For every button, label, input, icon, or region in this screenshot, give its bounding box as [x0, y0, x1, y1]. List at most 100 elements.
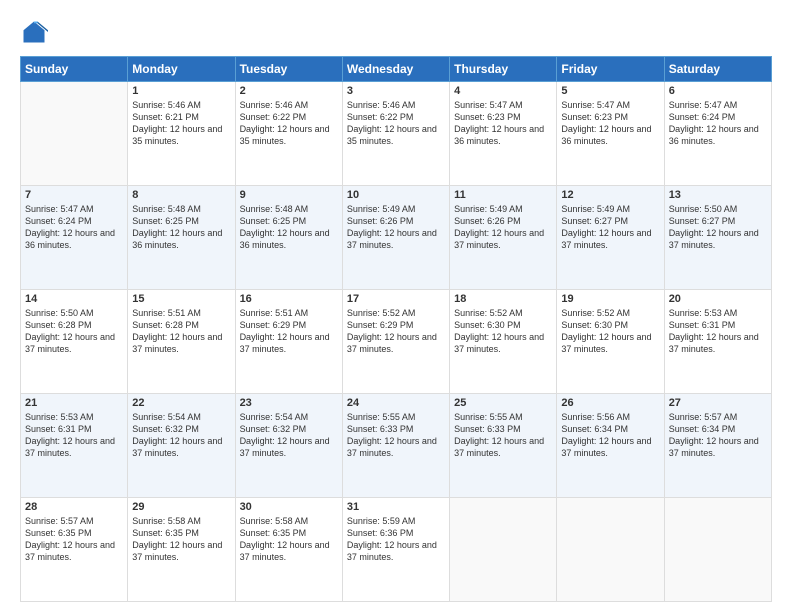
day-number: 22 [132, 397, 230, 409]
day-info: Sunrise: 5:46 AM Sunset: 6:21 PM Dayligh… [132, 99, 230, 148]
calendar-cell: 29 Sunrise: 5:58 AM Sunset: 6:35 PM Dayli… [128, 498, 235, 602]
calendar-week-row: 21Sunrise: 5:53 AM Sunset: 6:31 PM Dayli… [21, 394, 772, 498]
weekday-header: Monday [128, 57, 235, 82]
calendar-cell: 15 Sunrise: 5:51 AM Sunset: 6:28 PM Dayli… [128, 290, 235, 394]
calendar-cell: 16Sunrise: 5:51 AM Sunset: 6:29 PM Dayli… [235, 290, 342, 394]
day-number: 10 [347, 189, 445, 201]
calendar-cell: 5 Sunrise: 5:47 AM Sunset: 6:23 PM Daylig… [557, 82, 664, 186]
day-info: Sunrise: 5:50 AM Sunset: 6:27 PM Dayligh… [669, 203, 767, 252]
day-info: Sunrise: 5:47 AM Sunset: 6:24 PM Dayligh… [25, 203, 123, 252]
weekday-header: Saturday [664, 57, 771, 82]
day-number: 9 [240, 189, 338, 201]
day-number: 15 [132, 293, 230, 305]
calendar-cell: 25 Sunrise: 5:55 AM Sunset: 6:33 PM Dayli… [450, 394, 557, 498]
day-info: Sunrise: 5:55 AM Sunset: 6:33 PM Dayligh… [454, 411, 552, 460]
day-number: 8 [132, 189, 230, 201]
day-number: 23 [240, 397, 338, 409]
calendar-cell: 21Sunrise: 5:53 AM Sunset: 6:31 PM Dayli… [21, 394, 128, 498]
day-number: 6 [669, 85, 767, 97]
day-info: Sunrise: 5:53 AM Sunset: 6:31 PM Dayligh… [25, 411, 123, 460]
day-number: 25 [454, 397, 552, 409]
calendar-cell: 24Sunrise: 5:55 AM Sunset: 6:33 PM Dayli… [342, 394, 449, 498]
weekday-header: Friday [557, 57, 664, 82]
calendar-cell: 8 Sunrise: 5:48 AM Sunset: 6:25 PM Daylig… [128, 186, 235, 290]
logo [20, 18, 52, 46]
calendar-cell: 27 Sunrise: 5:57 AM Sunset: 6:34 PM Dayli… [664, 394, 771, 498]
day-info: Sunrise: 5:52 AM Sunset: 6:30 PM Dayligh… [561, 307, 659, 356]
day-info: Sunrise: 5:48 AM Sunset: 6:25 PM Dayligh… [240, 203, 338, 252]
day-number: 17 [347, 293, 445, 305]
calendar-cell [450, 498, 557, 602]
calendar-cell [21, 82, 128, 186]
day-number: 13 [669, 189, 767, 201]
day-info: Sunrise: 5:53 AM Sunset: 6:31 PM Dayligh… [669, 307, 767, 356]
calendar-cell [557, 498, 664, 602]
calendar-cell: 10 Sunrise: 5:49 AM Sunset: 6:26 PM Dayli… [342, 186, 449, 290]
calendar-cell: 11Sunrise: 5:49 AM Sunset: 6:26 PM Dayli… [450, 186, 557, 290]
calendar: SundayMondayTuesdayWednesdayThursdayFrid… [20, 56, 772, 602]
day-number: 11 [454, 189, 552, 201]
weekday-header: Sunday [21, 57, 128, 82]
day-number: 26 [561, 397, 659, 409]
calendar-cell: 31 Sunrise: 5:59 AM Sunset: 6:36 PM Dayli… [342, 498, 449, 602]
day-number: 5 [561, 85, 659, 97]
day-info: Sunrise: 5:47 AM Sunset: 6:24 PM Dayligh… [669, 99, 767, 148]
day-number: 24 [347, 397, 445, 409]
day-number: 3 [347, 85, 445, 97]
page: SundayMondayTuesdayWednesdayThursdayFrid… [0, 0, 792, 612]
day-info: Sunrise: 5:46 AM Sunset: 6:22 PM Dayligh… [240, 99, 338, 148]
calendar-week-row: 1 Sunrise: 5:46 AM Sunset: 6:21 PM Daylig… [21, 82, 772, 186]
day-info: Sunrise: 5:52 AM Sunset: 6:30 PM Dayligh… [454, 307, 552, 356]
day-info: Sunrise: 5:47 AM Sunset: 6:23 PM Dayligh… [561, 99, 659, 148]
day-number: 4 [454, 85, 552, 97]
day-info: Sunrise: 5:46 AM Sunset: 6:22 PM Dayligh… [347, 99, 445, 148]
calendar-week-row: 7 Sunrise: 5:47 AM Sunset: 6:24 PM Daylig… [21, 186, 772, 290]
day-info: Sunrise: 5:58 AM Sunset: 6:35 PM Dayligh… [240, 515, 338, 564]
day-info: Sunrise: 5:56 AM Sunset: 6:34 PM Dayligh… [561, 411, 659, 460]
day-number: 14 [25, 293, 123, 305]
calendar-cell: 22 Sunrise: 5:54 AM Sunset: 6:32 PM Dayli… [128, 394, 235, 498]
day-number: 30 [240, 501, 338, 513]
day-number: 7 [25, 189, 123, 201]
calendar-cell: 20 Sunrise: 5:53 AM Sunset: 6:31 PM Dayli… [664, 290, 771, 394]
day-number: 31 [347, 501, 445, 513]
calendar-cell: 28 Sunrise: 5:57 AM Sunset: 6:35 PM Dayli… [21, 498, 128, 602]
day-info: Sunrise: 5:54 AM Sunset: 6:32 PM Dayligh… [240, 411, 338, 460]
weekday-header: Thursday [450, 57, 557, 82]
calendar-week-row: 14 Sunrise: 5:50 AM Sunset: 6:28 PM Dayli… [21, 290, 772, 394]
calendar-cell: 12Sunrise: 5:49 AM Sunset: 6:27 PM Dayli… [557, 186, 664, 290]
calendar-cell: 19 Sunrise: 5:52 AM Sunset: 6:30 PM Dayli… [557, 290, 664, 394]
day-info: Sunrise: 5:52 AM Sunset: 6:29 PM Dayligh… [347, 307, 445, 356]
day-info: Sunrise: 5:51 AM Sunset: 6:29 PM Dayligh… [240, 307, 338, 356]
day-info: Sunrise: 5:49 AM Sunset: 6:26 PM Dayligh… [347, 203, 445, 252]
day-info: Sunrise: 5:51 AM Sunset: 6:28 PM Dayligh… [132, 307, 230, 356]
day-info: Sunrise: 5:54 AM Sunset: 6:32 PM Dayligh… [132, 411, 230, 460]
day-number: 29 [132, 501, 230, 513]
day-number: 12 [561, 189, 659, 201]
weekday-header: Wednesday [342, 57, 449, 82]
calendar-cell: 4 Sunrise: 5:47 AM Sunset: 6:23 PM Daylig… [450, 82, 557, 186]
day-info: Sunrise: 5:59 AM Sunset: 6:36 PM Dayligh… [347, 515, 445, 564]
calendar-cell: 17 Sunrise: 5:52 AM Sunset: 6:29 PM Dayli… [342, 290, 449, 394]
day-number: 20 [669, 293, 767, 305]
header [20, 18, 772, 46]
calendar-cell: 23 Sunrise: 5:54 AM Sunset: 6:32 PM Dayli… [235, 394, 342, 498]
calendar-cell: 13 Sunrise: 5:50 AM Sunset: 6:27 PM Dayli… [664, 186, 771, 290]
calendar-cell: 9 Sunrise: 5:48 AM Sunset: 6:25 PM Daylig… [235, 186, 342, 290]
day-info: Sunrise: 5:48 AM Sunset: 6:25 PM Dayligh… [132, 203, 230, 252]
calendar-cell: 1 Sunrise: 5:46 AM Sunset: 6:21 PM Daylig… [128, 82, 235, 186]
day-info: Sunrise: 5:58 AM Sunset: 6:35 PM Dayligh… [132, 515, 230, 564]
day-info: Sunrise: 5:57 AM Sunset: 6:35 PM Dayligh… [25, 515, 123, 564]
day-number: 19 [561, 293, 659, 305]
weekday-header: Tuesday [235, 57, 342, 82]
day-info: Sunrise: 5:57 AM Sunset: 6:34 PM Dayligh… [669, 411, 767, 460]
calendar-cell: 7 Sunrise: 5:47 AM Sunset: 6:24 PM Daylig… [21, 186, 128, 290]
day-number: 28 [25, 501, 123, 513]
day-info: Sunrise: 5:47 AM Sunset: 6:23 PM Dayligh… [454, 99, 552, 148]
calendar-cell: 3 Sunrise: 5:46 AM Sunset: 6:22 PM Daylig… [342, 82, 449, 186]
day-number: 1 [132, 85, 230, 97]
calendar-cell: 26 Sunrise: 5:56 AM Sunset: 6:34 PM Dayli… [557, 394, 664, 498]
day-info: Sunrise: 5:50 AM Sunset: 6:28 PM Dayligh… [25, 307, 123, 356]
calendar-cell: 6 Sunrise: 5:47 AM Sunset: 6:24 PM Daylig… [664, 82, 771, 186]
day-number: 27 [669, 397, 767, 409]
